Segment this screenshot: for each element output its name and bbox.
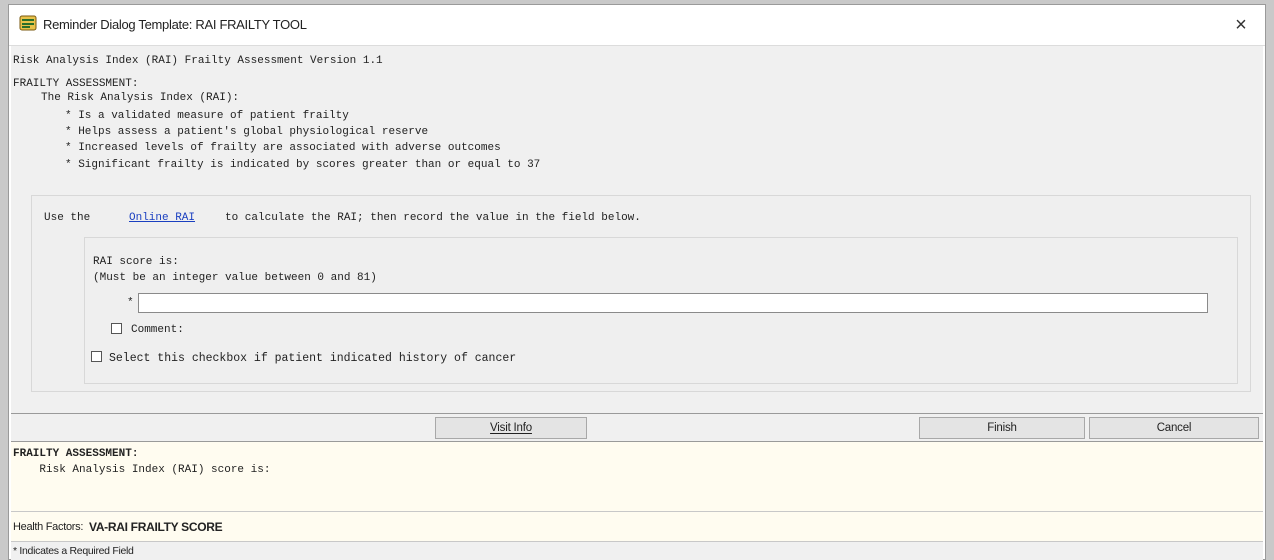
instruction-suffix: to calculate the RAI; then record the va…	[225, 212, 641, 224]
rai-score-input[interactable]	[138, 293, 1208, 313]
close-icon: ×	[1235, 14, 1247, 36]
score-hint: (Must be an integer value between 0 and …	[93, 272, 377, 284]
visit-info-label: Visit Info	[490, 422, 532, 434]
status-bar: * Indicates a Required Field	[11, 542, 1263, 560]
bullet-4: * Significant frailty is indicated by sc…	[65, 159, 541, 171]
button-bar: Visit Info Finish Cancel	[11, 414, 1263, 442]
visit-info-button[interactable]: Visit Info	[435, 417, 587, 439]
reminder-template-icon	[19, 15, 37, 31]
health-factors-panel: Health Factors: VA-RAI FRAILTY SCORE	[11, 512, 1263, 542]
preview-line-2: Risk Analysis Index (RAI) score is:	[13, 464, 271, 476]
online-rai-link[interactable]: Online RAI	[129, 212, 195, 224]
finish-label: Finish	[987, 422, 1017, 434]
section-title: FRAILTY ASSESSMENT:	[13, 78, 139, 90]
bullet-2: * Helps assess a patient's global physio…	[65, 126, 429, 138]
cancel-label: Cancel	[1156, 422, 1192, 434]
required-marker: *	[127, 297, 134, 309]
bullet-3: * Increased levels of frailty are associ…	[65, 142, 501, 154]
instruction-prefix: Use the	[44, 212, 91, 224]
cancer-history-checkbox[interactable]	[91, 351, 102, 362]
score-label: RAI score is:	[93, 256, 179, 268]
template-header: Risk Analysis Index (RAI) Frailty Assess…	[13, 55, 383, 67]
cancer-history-label[interactable]: Select this checkbox if patient indicate…	[109, 352, 516, 365]
preview-line-1: FRAILTY ASSESSMENT:	[13, 448, 139, 460]
reminder-dialog-window: Reminder Dialog Template: RAI FRAILTY TO…	[8, 4, 1266, 560]
title-bar: Reminder Dialog Template: RAI FRAILTY TO…	[9, 5, 1265, 46]
note-preview-panel: FRAILTY ASSESSMENT: Risk Analysis Index …	[11, 442, 1263, 512]
cancel-button[interactable]: Cancel	[1089, 417, 1259, 439]
finish-button[interactable]: Finish	[919, 417, 1085, 439]
close-button[interactable]: ×	[1227, 11, 1255, 39]
dialog-content-panel: Risk Analysis Index (RAI) Frailty Assess…	[11, 46, 1263, 414]
bullet-1: * Is a validated measure of patient frai…	[65, 110, 349, 122]
window-title: Reminder Dialog Template: RAI FRAILTY TO…	[43, 17, 307, 32]
comment-label[interactable]: Comment:	[131, 324, 184, 336]
health-factors-label: Health Factors:	[13, 521, 84, 533]
required-field-note: * Indicates a Required Field	[13, 545, 134, 557]
comment-checkbox[interactable]	[111, 323, 122, 334]
intro-text: The Risk Analysis Index (RAI):	[41, 92, 240, 104]
health-factors-value: VA-RAI FRAILTY SCORE	[89, 520, 223, 534]
